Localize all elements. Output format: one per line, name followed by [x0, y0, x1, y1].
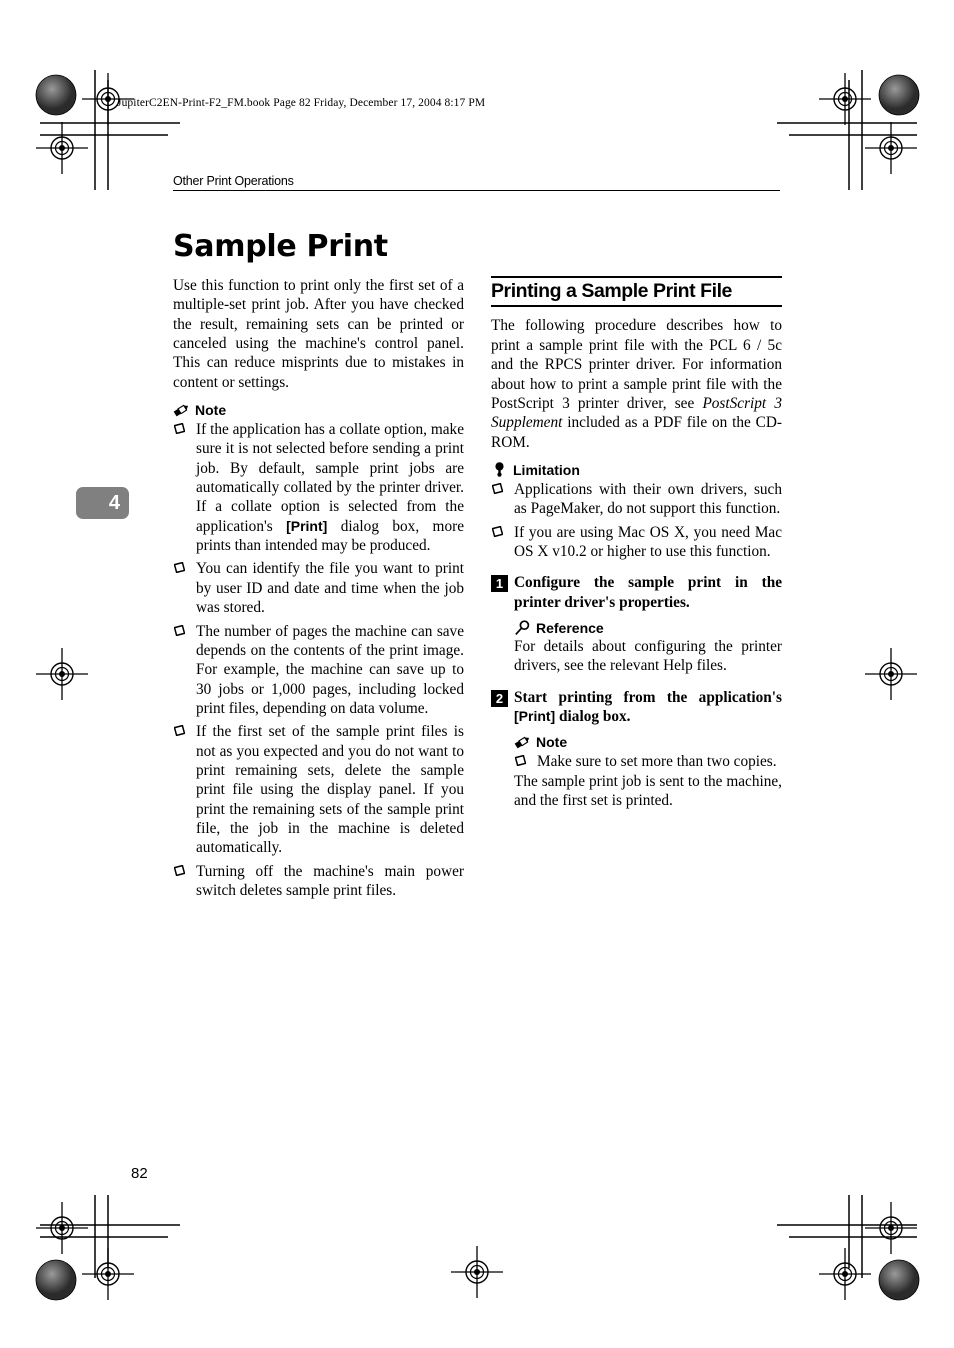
note-label: Note	[536, 734, 568, 751]
step-2-body: Note Make sure to set more than two copi…	[514, 734, 782, 810]
pin-icon	[491, 462, 508, 478]
running-header-rule	[173, 190, 780, 191]
list-item-text: If you are using Mac OS X, you need Mac …	[514, 523, 782, 560]
limitation-label: Limitation	[513, 461, 580, 478]
crop-mark-top-left	[40, 70, 180, 190]
list-item: Turning off the machine's main power swi…	[173, 862, 464, 901]
note-list: If the application has a collate option,…	[173, 420, 464, 900]
registration-mark-top-right-inner	[818, 72, 872, 126]
registration-mark-top-left-lower	[35, 121, 89, 175]
step-1-text: Configure the sample print in the printe…	[514, 574, 782, 611]
open-square-bullet-icon	[492, 482, 503, 494]
step-1: 1 Configure the sample print in the prin…	[491, 573, 782, 612]
section-heading: Printing a Sample Print File	[491, 276, 782, 308]
printer-marks-layer	[35, 70, 920, 1301]
registration-mark-top-right-lower	[864, 121, 918, 175]
density-patch-top-left	[35, 74, 77, 116]
registration-mark-bottom-left-upper	[35, 1201, 89, 1255]
step-2-text-b: dialog box.	[555, 707, 631, 725]
registration-mark-bottom-center	[450, 1245, 504, 1299]
step-2-closing-text: The sample print job is sent to the mach…	[514, 772, 782, 809]
chapter-number-tab: 4	[76, 487, 129, 519]
step-number-badge: 2	[491, 689, 508, 707]
registration-mark-right-center	[864, 647, 918, 701]
book-file-info: JupiterC2EN-Print-F2_FM.book Page 82 Fri…	[117, 97, 486, 109]
step-number-badge: 1	[491, 575, 508, 593]
list-item: Applications with their own drivers, suc…	[491, 480, 782, 519]
list-item: The number of pages the machine can save…	[173, 622, 464, 719]
step-2: 2 Start printing from the application's …	[491, 688, 782, 727]
registration-mark-bottom-right-inner	[818, 1247, 872, 1301]
density-patch-top-right	[878, 74, 920, 116]
density-patch-bottom-left	[35, 1259, 77, 1301]
open-square-bullet-icon	[174, 624, 185, 636]
open-square-bullet-icon	[174, 725, 185, 737]
open-square-bullet-icon	[174, 562, 185, 574]
reference-label: Reference	[536, 619, 604, 636]
pencil-icon	[514, 734, 531, 750]
list-item-text: You can identify the file you want to pr…	[196, 560, 464, 617]
list-item-text: The number of pages the machine can save…	[196, 622, 464, 717]
list-item: If the first set of the sample print fil…	[173, 722, 464, 857]
step-1-body: Reference For details about configuring …	[514, 620, 782, 676]
open-square-bullet-icon	[492, 525, 503, 537]
crop-mark-bottom-left	[40, 1195, 180, 1278]
density-patch-bottom-right	[878, 1259, 920, 1301]
list-item: If you are using Mac OS X, you need Mac …	[491, 523, 782, 562]
section-heading-text: Printing a Sample Print File	[491, 280, 732, 302]
step-2-text-a: Start printing from the application's	[514, 688, 782, 706]
page-number: 82	[131, 1165, 148, 1182]
open-square-bullet-icon	[174, 864, 185, 876]
list-item-text: If the first set of the sample print fil…	[196, 723, 464, 857]
reference-text: For details about configuring the printe…	[514, 637, 782, 675]
magnifier-icon	[514, 620, 531, 636]
running-header: Other Print Operations	[173, 174, 780, 191]
limitation-list: Applications with their own drivers, suc…	[491, 480, 782, 561]
running-header-text: Other Print Operations	[173, 174, 294, 188]
print-emphasis: [Print]	[514, 707, 556, 724]
note-admonition-header: Note	[173, 402, 464, 418]
crop-mark-top-right	[777, 70, 917, 190]
note-label: Note	[195, 402, 227, 419]
list-item: If the application has a collate option,…	[173, 420, 464, 555]
right-column: Printing a Sample Print File The followi…	[491, 276, 782, 810]
open-square-bullet-icon	[515, 755, 526, 767]
section-intro-paragraph: The following procedure describes how to…	[491, 316, 782, 451]
page-title: Sample Print	[173, 229, 388, 265]
pencil-icon	[173, 402, 190, 418]
left-column: Use this function to print only the firs…	[173, 276, 464, 900]
step-2-text: Start printing from the application's [P…	[514, 688, 782, 727]
list-item: Make sure to set more than two copies.	[514, 752, 782, 771]
limitation-admonition-header: Limitation	[491, 462, 782, 478]
list-item-text: Applications with their own drivers, suc…	[514, 480, 782, 518]
list-item-text: Make sure to set more than two copies.	[537, 753, 777, 771]
list-item-text: Turning off the machine's main power swi…	[196, 862, 464, 899]
registration-mark-left-center	[35, 647, 89, 701]
intro-paragraph: Use this function to print only the firs…	[173, 277, 464, 391]
registration-mark-bottom-left-inner	[81, 1247, 135, 1301]
step-2-note-list: Make sure to set more than two copies.	[514, 752, 782, 771]
list-item: You can identify the file you want to pr…	[173, 559, 464, 617]
print-emphasis: [Print]	[286, 517, 328, 534]
open-square-bullet-icon	[174, 423, 185, 435]
registration-mark-bottom-right-upper	[864, 1201, 918, 1255]
reference-admonition-header: Reference	[514, 620, 782, 636]
crop-mark-bottom-right	[777, 1195, 917, 1278]
note-admonition-header-2: Note	[514, 734, 782, 750]
